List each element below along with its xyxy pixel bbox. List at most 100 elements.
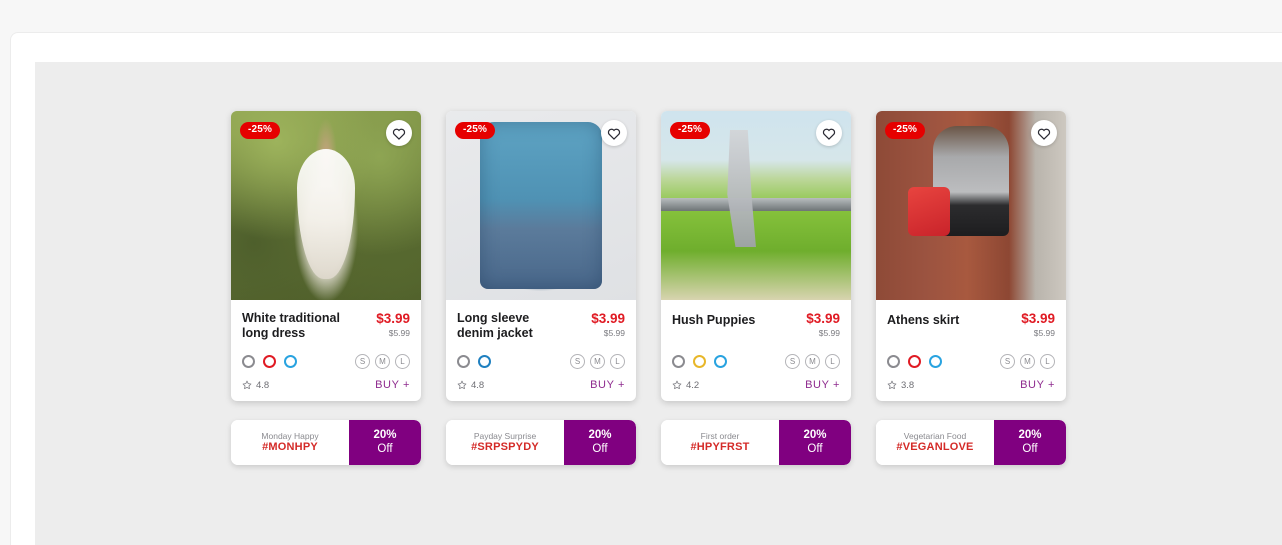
coupon-percent: 20% [373, 429, 397, 442]
coupon-off-word: Off [592, 443, 608, 455]
footer-row: 4.8 BUY + [457, 379, 625, 391]
size-chip-s[interactable]: S [785, 354, 800, 369]
options-row: S M L [887, 354, 1055, 369]
coupon-percent: 20% [803, 429, 827, 442]
product-card[interactable]: -25% Long sleeve denim jacket $3.99 $5.9… [446, 111, 636, 401]
color-swatch-blue[interactable] [284, 355, 297, 368]
heart-icon [822, 127, 836, 140]
discount-badge: -25% [240, 122, 281, 139]
size-chip-m[interactable]: M [590, 354, 605, 369]
footer-row: 4.2 BUY + [672, 379, 840, 391]
rating-value: 4.8 [471, 379, 485, 391]
star-icon [457, 380, 467, 390]
size-selector: S M L [1000, 354, 1055, 369]
current-price: $3.99 [1021, 311, 1055, 326]
title-price-row: Athens skirt $3.99 $5.99 [887, 311, 1055, 343]
buy-button[interactable]: BUY + [590, 379, 625, 391]
size-chip-m[interactable]: M [805, 354, 820, 369]
favorite-button[interactable] [601, 120, 627, 146]
coupon-caption: First order [700, 430, 740, 441]
color-swatch-gray[interactable] [672, 355, 685, 368]
original-price: $5.99 [1033, 328, 1055, 338]
color-swatch-blue[interactable] [478, 355, 491, 368]
product-card[interactable]: -25% Athens skirt $3.99 $5.99 S M L 3.8 … [876, 111, 1066, 401]
size-chip-s[interactable]: S [1000, 354, 1015, 369]
discount-badge: -25% [455, 122, 496, 139]
star-icon [887, 380, 897, 390]
color-swatches [242, 355, 297, 368]
coupon-code[interactable]: #VEGANLOVE [896, 442, 973, 453]
size-chip-s[interactable]: S [355, 354, 370, 369]
size-chip-s[interactable]: S [570, 354, 585, 369]
coupon-banner[interactable]: Vegetarian Food #VEGANLOVE 20% Off [876, 420, 1066, 465]
color-swatch-blue[interactable] [714, 355, 727, 368]
options-row: S M L [242, 354, 410, 369]
coupon-info: Monday Happy #MONHPY [231, 420, 349, 465]
price-block: $3.99 $5.99 [806, 311, 840, 339]
price-block: $3.99 $5.99 [1021, 311, 1055, 339]
color-swatch-yellow[interactable] [693, 355, 706, 368]
size-chip-m[interactable]: M [1020, 354, 1035, 369]
product-card[interactable]: -25% Hush Puppies $3.99 $5.99 S M L 4.2 … [661, 111, 851, 401]
size-selector: S M L [355, 354, 410, 369]
size-chip-l[interactable]: L [825, 354, 840, 369]
size-chip-l[interactable]: L [395, 354, 410, 369]
heart-icon [607, 127, 621, 140]
product-details: White traditional long dress $3.99 $5.99 [231, 300, 421, 401]
coupon-info: Payday Surprise #SRPSPYDY [446, 420, 564, 465]
color-swatch-gray[interactable] [887, 355, 900, 368]
rating-value: 4.2 [686, 379, 700, 391]
heart-icon [1037, 127, 1051, 140]
product-card[interactable]: -25% White traditional long dress $3.99 … [231, 111, 421, 401]
product-image[interactable]: -25% [446, 111, 636, 300]
buy-button[interactable]: BUY + [375, 379, 410, 391]
color-swatch-gray[interactable] [457, 355, 470, 368]
title-price-row: Long sleeve denim jacket $3.99 $5.99 [457, 311, 625, 343]
product-image[interactable]: -25% [876, 111, 1066, 300]
coupon-banner[interactable]: First order #HPYFRST 20% Off [661, 420, 851, 465]
favorite-button[interactable] [1031, 120, 1057, 146]
discount-badge: -25% [885, 122, 926, 139]
page-background: -25% White traditional long dress $3.99 … [0, 0, 1282, 545]
coupon-banner[interactable]: Monday Happy #MONHPY 20% Off [231, 420, 421, 465]
product-image[interactable]: -25% [661, 111, 851, 300]
coupon-off-word: Off [377, 443, 393, 455]
color-swatch-blue[interactable] [929, 355, 942, 368]
original-price: $5.99 [818, 328, 840, 338]
product-image[interactable]: -25% [231, 111, 421, 300]
favorite-button[interactable] [386, 120, 412, 146]
coupon-off-word: Off [1022, 443, 1038, 455]
size-chip-l[interactable]: L [610, 354, 625, 369]
options-row: S M L [672, 354, 840, 369]
footer-row: 3.8 BUY + [887, 379, 1055, 391]
coupon-code[interactable]: #HPYFRST [690, 442, 749, 453]
buy-button[interactable]: BUY + [1020, 379, 1055, 391]
coupon-code[interactable]: #MONHPY [262, 442, 318, 453]
color-swatches [887, 355, 942, 368]
product-details: Long sleeve denim jacket $3.99 $5.99 S M… [446, 300, 636, 401]
rating: 4.8 [457, 380, 484, 391]
size-chip-m[interactable]: M [375, 354, 390, 369]
buy-button[interactable]: BUY + [805, 379, 840, 391]
price-block: $3.99 $5.99 [376, 311, 410, 339]
product-title: Athens skirt [887, 313, 960, 327]
product-title: White traditional long dress [242, 311, 340, 340]
discount-badge: -25% [670, 122, 711, 139]
product-details: Athens skirt $3.99 $5.99 S M L 3.8 BUY + [876, 300, 1066, 401]
product-title: Long sleeve denim jacket [457, 311, 533, 340]
product-card-grid: -25% White traditional long dress $3.99 … [231, 111, 1066, 465]
product-card-wrapper: -25% Hush Puppies $3.99 $5.99 S M L 4.2 … [661, 111, 851, 465]
color-swatches [672, 355, 727, 368]
color-swatches [457, 355, 491, 368]
color-swatch-red[interactable] [908, 355, 921, 368]
price-block: $3.99 $5.99 [591, 311, 625, 339]
color-swatch-red[interactable] [263, 355, 276, 368]
favorite-button[interactable] [816, 120, 842, 146]
product-details: Hush Puppies $3.99 $5.99 S M L 4.2 BUY + [661, 300, 851, 401]
coupon-info: First order #HPYFRST [661, 420, 779, 465]
coupon-banner[interactable]: Payday Surprise #SRPSPYDY 20% Off [446, 420, 636, 465]
coupon-code[interactable]: #SRPSPYDY [471, 442, 539, 453]
current-price: $3.99 [591, 311, 625, 326]
color-swatch-gray[interactable] [242, 355, 255, 368]
size-chip-l[interactable]: L [1040, 354, 1055, 369]
